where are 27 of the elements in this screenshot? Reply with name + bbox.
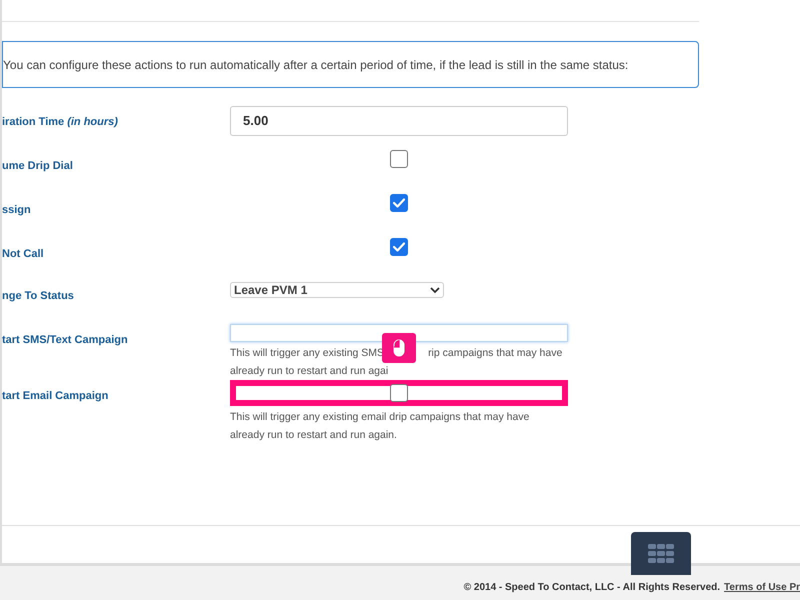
- status-dropdown[interactable]: Leave PVM 1: [230, 282, 444, 298]
- help-text: This will trigger any existing email drip campaigns that may have: [230, 410, 530, 425]
- field-label: tart SMS/Text Campaign: [2, 333, 129, 348]
- field-label: ume Drip Dial: [2, 159, 74, 174]
- terms-link[interactable]: Terms of Use Pr: [724, 580, 800, 595]
- checkmark-icon: [393, 242, 405, 252]
- input-field[interactable]: [230, 324, 568, 342]
- help-text: rip campaigns that may have: [428, 346, 562, 361]
- checkbox[interactable]: [390, 194, 408, 212]
- copyright-text: © 2014 - Speed To Contact, LLC - All Rights Reserved.: [464, 581, 720, 595]
- grid-icon: [648, 544, 674, 563]
- field-label: tart Email Campaign: [2, 389, 110, 404]
- help-text: already run to restart and run again.: [230, 428, 397, 443]
- expiration-time-field[interactable]: 5.00: [230, 106, 568, 136]
- field-label: iration Time (in hours): [2, 115, 119, 130]
- checkbox[interactable]: [390, 384, 408, 402]
- checkmark-icon: [393, 198, 405, 208]
- help-text: already run to restart and run agai: [230, 364, 388, 379]
- field-label: ssign: [2, 203, 32, 218]
- mouse-icon: [393, 339, 405, 357]
- chevron-down-icon: [430, 286, 440, 294]
- checkbox[interactable]: [390, 238, 408, 256]
- checkbox[interactable]: [390, 150, 408, 168]
- field-label: nge To Status: [2, 289, 75, 304]
- field-label: Not Call: [2, 247, 45, 262]
- apps-button[interactable]: [631, 532, 691, 575]
- info-box: You can configure these actions to run automatically after a certain period of time, if the lead is still in the same status:: [2, 41, 699, 88]
